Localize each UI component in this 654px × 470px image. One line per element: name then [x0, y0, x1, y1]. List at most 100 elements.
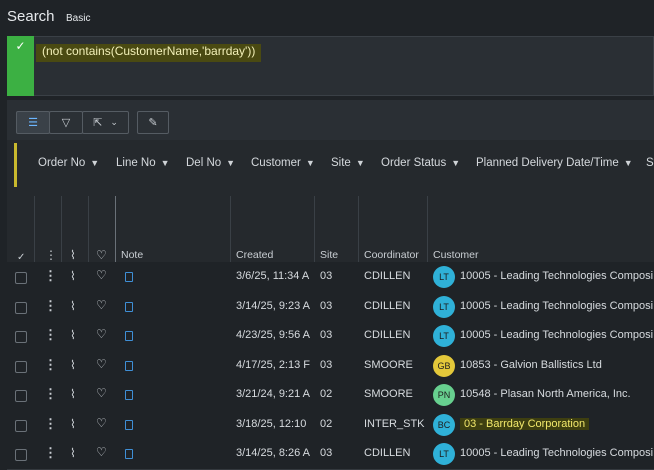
more-vertical-icon[interactable]: ⋮ — [44, 327, 57, 343]
export-button[interactable]: ⇱ ⌄ — [82, 111, 129, 134]
heart-icon[interactable]: ♡ — [96, 298, 107, 312]
row-checkbox[interactable] — [15, 301, 27, 314]
more-vertical-icon[interactable]: ⋮ — [44, 268, 57, 284]
heart-icon[interactable]: ♡ — [96, 357, 107, 371]
heart-icon[interactable]: ♡ — [96, 327, 107, 341]
table-row[interactable]: ⋮ ⌇ ♡ 3/6/25, 11:34 A 03 CDILLEN LT 10005 - Lea… — [7, 262, 654, 293]
customer-avatar: GB — [433, 354, 455, 377]
filter-order-status[interactable]: Order Status ▼ — [381, 157, 460, 169]
site-cell: 03 — [320, 447, 333, 459]
filter-planned-delivery[interactable]: Planned Delivery Date/Time ▼ — [476, 157, 633, 169]
column-header-note[interactable]: Note — [121, 249, 143, 261]
created-cell: 3/18/25, 12:10 — [236, 417, 307, 430]
site-cell: 03 — [320, 299, 333, 312]
coordinator-cell: CDILLEN — [364, 329, 411, 341]
caret-down-icon: ▼ — [355, 158, 365, 168]
customer-cell[interactable]: 10548 - Plasan North America, Inc. — [460, 388, 654, 400]
table-row[interactable]: ⋮ ⌇ ♡ 3/14/25, 8:26 A 03 CDILLEN LT 10005 - Lea… — [7, 439, 654, 470]
caret-down-icon: ▼ — [305, 158, 315, 168]
filter-del-no[interactable]: Del No ▼ — [186, 157, 235, 169]
column-header-site[interactable]: Site — [320, 249, 338, 261]
caret-down-icon: ▼ — [226, 158, 236, 168]
more-vertical-icon[interactable]: ⋮ — [44, 357, 57, 373]
table-row[interactable]: ⋮ ⌇ ♡ 4/23/25, 9:56 A 03 CDILLEN LT 10005 - Lea… — [7, 321, 654, 352]
table-row[interactable]: ⋮ ⌇ ♡ 3/14/25, 9:23 A 03 CDILLEN LT 10005 - Lea… — [7, 291, 654, 323]
site-cell: 02 — [320, 388, 333, 400]
paperclip-icon[interactable]: ⌇ — [70, 328, 76, 342]
filter-button[interactable]: ▽ — [49, 111, 83, 134]
filter-line-no[interactable]: Line No ▼ — [116, 157, 170, 169]
heart-icon[interactable]: ♡ — [96, 386, 107, 400]
note-icon[interactable] — [125, 272, 133, 282]
customer-cell[interactable]: 10005 - Leading Technologies Composi — [460, 300, 654, 312]
created-cell: 3/21/24, 9:21 A — [236, 388, 311, 400]
created-cell: 3/6/25, 11:34 A — [236, 270, 310, 282]
chevron-down-icon: ⌄ — [110, 117, 118, 127]
more-vertical-icon[interactable]: ⋮ — [44, 416, 57, 432]
customer-cell[interactable]: 10005 - Leading Technologies Composi — [460, 329, 654, 341]
paperclip-icon[interactable]: ⌇ — [70, 446, 76, 460]
created-cell: 3/14/25, 8:26 A — [236, 447, 311, 459]
customer-avatar: PN — [433, 384, 455, 406]
created-cell: 4/23/25, 9:56 A — [236, 329, 311, 341]
filter-icon: ▽ — [61, 117, 71, 129]
filter-status-truncated[interactable]: St — [646, 157, 654, 169]
more-vertical-icon[interactable]: ⋮ — [44, 445, 57, 461]
customer-cell[interactable]: 10005 - Leading Technologies Composi — [460, 447, 654, 459]
filter-customer[interactable]: Customer ▼ — [251, 157, 315, 169]
note-icon[interactable] — [125, 331, 133, 341]
customer-cell[interactable]: 10853 - Galvion Ballistics Ltd — [460, 359, 654, 371]
customer-cell[interactable]: 03 - Barrday Corporation — [460, 417, 654, 430]
column-header-created[interactable]: Created — [236, 249, 273, 261]
row-checkbox[interactable] — [15, 449, 27, 461]
caret-down-icon: ▼ — [90, 158, 100, 168]
heart-icon: ♡ — [96, 248, 107, 262]
coordinator-cell: CDILLEN — [364, 299, 411, 312]
coordinator-cell: INTER_STK — [364, 417, 425, 430]
caret-down-icon: ▼ — [623, 158, 633, 168]
note-icon[interactable] — [125, 390, 133, 400]
paperclip-icon[interactable]: ⌇ — [70, 299, 76, 313]
filter-site[interactable]: Site ▼ — [331, 157, 365, 169]
note-icon[interactable] — [125, 360, 133, 371]
paperclip-icon[interactable]: ⌇ — [70, 417, 76, 431]
site-cell: 03 — [320, 329, 333, 341]
heart-icon[interactable]: ♡ — [96, 416, 107, 430]
table-row[interactable]: ⋮ ⌇ ♡ 3/18/25, 12:10 02 INTER_STK BC 03 - Barrd… — [7, 409, 654, 441]
export-icon: ⇱ — [93, 117, 103, 129]
paperclip-icon[interactable]: ⌇ — [70, 269, 76, 283]
checkmark-icon: ✓ — [15, 39, 26, 53]
row-checkbox[interactable] — [15, 272, 27, 284]
site-cell: 03 — [320, 270, 333, 282]
more-vertical-icon[interactable]: ⋮ — [44, 386, 57, 402]
paperclip-icon[interactable]: ⌇ — [70, 387, 76, 401]
note-icon[interactable] — [125, 419, 133, 430]
row-checkbox[interactable] — [15, 419, 27, 432]
row-checkbox[interactable] — [15, 331, 27, 343]
note-icon[interactable] — [125, 449, 133, 459]
note-icon[interactable] — [125, 301, 133, 312]
list-icon: ☰ — [28, 117, 38, 129]
more-vertical-icon[interactable]: ⋮ — [45, 248, 57, 262]
filter-order-no[interactable]: Order No ▼ — [38, 157, 99, 169]
paperclip-icon[interactable]: ⌇ — [70, 358, 76, 372]
table-row[interactable]: ⋮ ⌇ ♡ 4/17/25, 2:13 F 03 SMOORE GB 10853 - Galv… — [7, 350, 654, 382]
coordinator-cell: CDILLEN — [364, 447, 411, 459]
row-checkbox[interactable] — [15, 390, 27, 402]
heart-icon[interactable]: ♡ — [96, 268, 107, 282]
edit-button[interactable]: ✎ — [137, 111, 169, 134]
more-vertical-icon[interactable]: ⋮ — [44, 298, 57, 314]
column-header-coordinator[interactable]: Coordinator — [364, 249, 419, 261]
site-cell: 03 — [320, 358, 333, 371]
table-row[interactable]: ⋮ ⌇ ♡ 3/21/24, 9:21 A 02 SMOORE PN 10548 - Plas… — [7, 380, 654, 411]
customer-cell[interactable]: 10005 - Leading Technologies Composi — [460, 270, 654, 282]
customer-avatar: LT — [433, 266, 455, 288]
filter-accent-bar — [14, 143, 17, 187]
page-title: Search — [7, 8, 55, 25]
query-text[interactable]: (not contains(CustomerName,'barrday')) — [36, 44, 262, 62]
row-checkbox[interactable] — [15, 360, 27, 373]
paperclip-icon: ⌇ — [70, 248, 76, 262]
list-view-button[interactable]: ☰ — [16, 111, 50, 134]
column-header-customer[interactable]: Customer — [433, 249, 479, 261]
search-mode-toggle[interactable]: Basic — [66, 13, 90, 24]
